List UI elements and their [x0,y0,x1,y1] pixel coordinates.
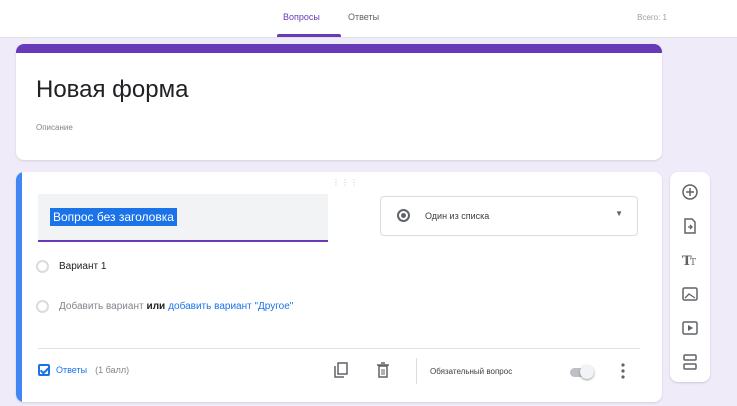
add-image-icon[interactable] [680,284,700,304]
option-item[interactable]: Вариант 1 [36,260,106,276]
answer-key-icon [38,364,50,376]
tab-questions[interactable]: Вопросы [283,12,320,22]
footer-separator [416,358,417,384]
question-title-input[interactable]: Вопрос без заголовка [38,194,328,242]
answer-key-button[interactable]: Ответы (1 балл) [38,364,129,376]
add-video-icon[interactable] [680,318,700,338]
active-card-indicator [16,172,22,402]
option-label[interactable]: Вариант 1 [59,261,106,272]
add-question-icon[interactable] [680,182,700,202]
delete-icon[interactable] [376,362,390,378]
add-other-link[interactable]: добавить вариант "Другое" [168,301,293,312]
or-text: или [146,301,166,312]
radio-icon [36,260,49,273]
import-questions-icon[interactable] [680,216,700,236]
form-title[interactable]: Новая форма [36,76,188,104]
add-section-icon[interactable] [680,352,700,372]
required-toggle[interactable] [566,365,596,379]
answer-key-label: Ответы [56,365,88,375]
drag-handle-icon[interactable]: ⋮⋮⋮ [332,178,359,187]
question-title-text: Вопрос без заголовка [50,208,177,226]
side-toolbar: T T [670,172,710,382]
more-options-icon[interactable] [620,362,626,380]
toggle-knob [580,365,594,379]
add-title-icon[interactable]: T T [680,250,700,270]
form-description-field[interactable]: Описание [36,123,73,132]
question-type-label: Один из списка [425,211,490,221]
points-label: (1 балл) [95,365,130,375]
svg-text:T: T [690,258,696,268]
duplicate-icon[interactable] [334,362,348,378]
required-label: Обязательный вопрос [430,367,513,376]
radio-button-icon [397,209,410,222]
top-bar: Вопросы Ответы Всего: 1 [0,0,737,38]
active-tab-indicator [277,34,341,37]
question-type-select[interactable]: Один из списка ▼ [380,196,638,236]
add-option-row: Добавить вариант или добавить вариант "Дру… [36,300,293,316]
add-option-field[interactable]: Добавить вариант [59,301,144,312]
total-points: Всего: 1 [637,13,667,22]
header-accent-band [16,44,662,53]
form-header-card[interactable]: Новая форма Описание [16,44,662,160]
footer-divider [38,348,640,349]
radio-icon [36,300,49,313]
dropdown-arrow-icon: ▼ [615,209,623,218]
question-card[interactable]: ⋮⋮⋮ Вопрос без заголовка Один из списка … [16,172,662,402]
tab-responses[interactable]: Ответы [348,12,379,22]
